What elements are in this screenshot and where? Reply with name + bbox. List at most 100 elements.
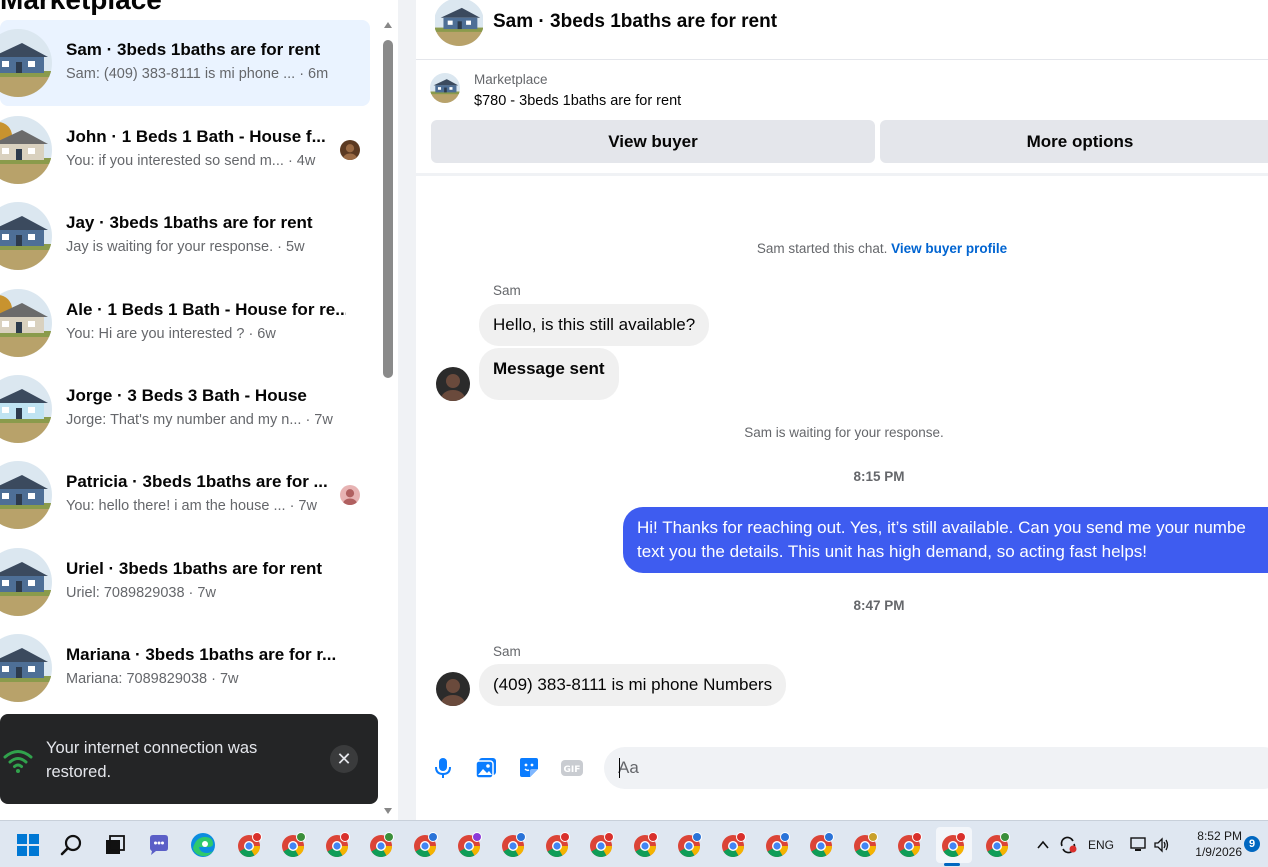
listing-thumbnail [0, 289, 52, 357]
incoming-message[interactable]: Message sent [479, 348, 619, 400]
outgoing-message[interactable]: Hi! Thanks for reaching out. Yes, it’s s… [623, 507, 1268, 573]
chrome-profile-button[interactable] [320, 827, 356, 863]
conversation-item[interactable]: Patricia · 3beds 1baths are for ... You: … [0, 452, 370, 538]
chrome-icon [854, 832, 878, 857]
chrome-profile-button[interactable] [892, 827, 928, 863]
conversation-item[interactable]: Jay · 3beds 1baths are for rent Jay is wa… [0, 193, 370, 279]
conversation-preview: You: Hi are you interested ? · 6w [66, 326, 276, 342]
chrome-icon [942, 832, 966, 857]
chrome-icon [458, 832, 482, 857]
conversation-item[interactable]: Ale · 1 Beds 1 Bath - House for re... You… [0, 280, 370, 366]
message-input[interactable] [604, 747, 1268, 789]
chrome-icon [590, 832, 614, 857]
chat-title[interactable]: Sam · 3beds 1baths are for rent [493, 11, 777, 33]
conversation-title: Patricia · 3beds 1baths are for ... [66, 472, 328, 491]
sync-status-button[interactable] [1058, 821, 1078, 867]
listing-thumbnail [0, 29, 52, 97]
conversation-title: Ale · 1 Beds 1 Bath - House for re... [66, 300, 346, 319]
network-button[interactable] [1130, 821, 1148, 867]
chrome-icon [546, 832, 570, 857]
microphone-icon[interactable] [431, 756, 455, 780]
preview-time: · 5w [277, 239, 305, 255]
chrome-profile-button[interactable] [540, 827, 576, 863]
preview-time: · 6m [299, 66, 329, 82]
listing-thumbnail [0, 116, 52, 184]
sticker-icon[interactable] [517, 756, 541, 780]
conversation-item[interactable]: John · 1 Beds 1 Bath - House f... You: if… [0, 107, 370, 193]
chrome-profile-button[interactable] [628, 827, 664, 863]
incoming-message[interactable]: Hello, is this still available? [479, 304, 710, 346]
chrome-profile-button[interactable] [804, 827, 840, 863]
chrome-icon [370, 832, 394, 857]
conversation-preview: Jay is waiting for your response. · 5w [66, 239, 305, 255]
conversation-preview: You: if you interested so send m... · 4w [66, 153, 315, 169]
panel-divider [398, 0, 416, 820]
conversation-preview: You: hello there! i am the house ... · 7… [66, 498, 317, 514]
start-button[interactable] [10, 827, 46, 863]
conversation-item[interactable]: Uriel · 3beds 1baths are for rent Uriel: … [0, 539, 370, 625]
outgoing-message-line: text you the details. This unit has high… [637, 542, 1147, 561]
preview-time: · 7w [211, 671, 239, 687]
conversation-title: Uriel · 3beds 1baths are for rent [66, 559, 323, 578]
chevron-up-icon [1037, 840, 1049, 849]
listing-thumbnail [0, 634, 52, 702]
photo-icon[interactable] [474, 756, 498, 780]
sender-avatar[interactable] [436, 672, 470, 706]
edge-button[interactable] [185, 827, 221, 863]
listing-title[interactable]: $780 - 3beds 1baths are for rent [474, 93, 681, 109]
conversation-item[interactable]: Jorge · 3 Beds 3 Bath - House Jorge: That… [0, 366, 370, 452]
view-buyer-profile-link[interactable]: View buyer profile [891, 241, 1007, 256]
chrome-profile-button[interactable] [496, 827, 532, 863]
chat-icon [150, 835, 168, 855]
system-clock[interactable]: 8:52 PM 1/9/2026 [1182, 828, 1242, 860]
listing-avatar[interactable] [430, 73, 460, 103]
conversation-title: Jorge · 3 Beds 3 Bath - House [66, 386, 307, 405]
sender-avatar[interactable] [436, 367, 470, 401]
chrome-icon [722, 832, 746, 857]
notification-badge[interactable]: 9 [1244, 836, 1260, 852]
chrome-profile-button[interactable] [716, 827, 752, 863]
start-icon [17, 834, 39, 856]
conversation-preview: Mariana: 7089829038 · 7w [66, 671, 239, 687]
chrome-profile-button[interactable] [848, 827, 884, 863]
text-cursor [619, 758, 620, 778]
task-view-icon [106, 835, 125, 854]
scrollbar-thumb[interactable] [383, 40, 393, 378]
sync-icon [1060, 836, 1077, 853]
conversation-title: Sam · 3beds 1baths are for rent [66, 40, 321, 59]
preview-time: · 7w [188, 585, 216, 601]
scroll-down-arrow[interactable] [384, 808, 392, 814]
conversation-item[interactable]: Mariana · 3beds 1baths are for r... Maria… [0, 625, 370, 711]
chat-app-button[interactable] [141, 827, 177, 863]
read-receipt-avatar [340, 140, 360, 160]
listing-thumbnail[interactable] [434, 0, 484, 46]
incoming-message[interactable]: (409) 383-8111 is mi phone Numbers [479, 664, 787, 706]
chrome-profile-button[interactable] [452, 827, 488, 863]
chrome-profile-button[interactable] [232, 827, 268, 863]
toast-message: Your internet connection was restored. [46, 739, 258, 781]
conversation-preview: Jorge: That's my number and my n... · 7w [66, 412, 333, 428]
toast-close-button[interactable]: ✕ [330, 745, 358, 773]
chrome-profile-button[interactable] [980, 827, 1016, 863]
tray-overflow-button[interactable] [1036, 821, 1050, 867]
chrome-profile-button[interactable] [936, 827, 972, 863]
chrome-profile-button[interactable] [364, 827, 400, 863]
scroll-up-arrow[interactable] [384, 22, 392, 28]
chrome-profile-button[interactable] [760, 827, 796, 863]
view-buyer-button[interactable]: View buyer [431, 120, 875, 163]
gif-icon[interactable]: GIF [560, 756, 584, 780]
chrome-profile-button[interactable] [408, 827, 444, 863]
language-indicator[interactable]: ENG [1088, 821, 1114, 867]
active-app-indicator [944, 863, 960, 866]
taskbar-search-button[interactable] [54, 827, 90, 863]
conversation-item[interactable]: Sam · 3beds 1baths are for rent Sam: (409… [0, 20, 370, 106]
chrome-profile-button[interactable] [276, 827, 312, 863]
close-icon: ✕ [336, 749, 352, 769]
search-icon [60, 834, 82, 856]
task-view-button[interactable] [97, 827, 133, 863]
chrome-profile-button[interactable] [672, 827, 708, 863]
volume-button[interactable] [1153, 821, 1171, 867]
preview-text: Sam: (409) 383-8111 is mi phone ... [66, 66, 296, 82]
more-options-button[interactable]: More options [880, 120, 1268, 163]
chrome-profile-button[interactable] [584, 827, 620, 863]
